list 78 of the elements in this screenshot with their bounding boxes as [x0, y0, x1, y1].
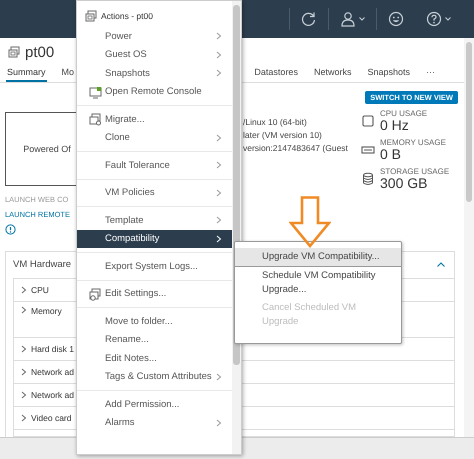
monitor-icon — [89, 86, 102, 98]
menu-item[interactable]: Edit Settings... — [77, 284, 232, 303]
chevron-right-icon — [216, 372, 222, 381]
hardware-row-label[interactable]: CPU — [31, 285, 49, 295]
usage-value: 0 B — [380, 147, 402, 162]
menu-item[interactable]: Clone — [77, 128, 232, 147]
menu-item[interactable]: Move to folder... — [77, 312, 232, 330]
tab[interactable]: ··· — [425, 64, 436, 82]
chevron-right-icon — [216, 134, 222, 142]
vm-settings-icon — [89, 288, 102, 300]
tab[interactable]: Networks — [312, 64, 352, 82]
chevron-right-icon — [216, 32, 222, 40]
caret-down-icon — [445, 17, 451, 21]
chevron-right-icon — [216, 418, 222, 427]
menu-item[interactable]: Rename... — [77, 330, 232, 349]
chevron-right-icon — [21, 345, 27, 353]
refresh-icon — [301, 11, 317, 27]
tab[interactable]: Snapshots — [366, 64, 411, 82]
chevron-right-icon — [216, 216, 222, 224]
help-icon — [426, 11, 442, 27]
menu-item[interactable]: Tags & Custom Attributes — [77, 368, 232, 386]
vm-move-icon — [89, 113, 102, 126]
tab[interactable]: Summary — [6, 64, 47, 82]
menu-item[interactable]: Template — [77, 211, 232, 230]
usage-label: MEMORY USAGE — [380, 138, 446, 147]
storage-icon — [361, 172, 375, 186]
scrollbar-thumb[interactable] — [466, 42, 472, 202]
hardware-row-label[interactable]: Network ad — [31, 367, 74, 377]
chevron-right-icon — [21, 414, 27, 422]
cpu-icon — [361, 114, 375, 128]
usage-label: CPU USAGE — [380, 109, 428, 118]
user-icon — [340, 11, 356, 27]
chevron-right-icon — [216, 188, 222, 197]
menu-item[interactable]: Open Remote Console — [77, 82, 232, 101]
panel-title: VM Hardware — [13, 258, 72, 270]
usage-value: 300 GB — [380, 176, 428, 191]
menu-item[interactable]: Export System Logs... — [77, 257, 232, 276]
tab[interactable]: Mo — [60, 64, 76, 82]
chevron-right-icon — [21, 306, 27, 314]
usage-value: 0 Hz — [380, 118, 410, 133]
menu-item[interactable]: VM Policies — [77, 184, 232, 202]
vm-detail-text: later (VM version 10) — [243, 129, 323, 142]
vm-detail-text: version:2147483647 (Guest — [243, 142, 349, 155]
console-preview[interactable]: Powered Of — [5, 112, 77, 186]
vm-detail-text: /Linux 10 (64-bit) — [243, 116, 308, 129]
chevron-right-icon — [216, 234, 222, 243]
menu-item[interactable]: Fault Tolerance — [77, 156, 232, 174]
usage-label: STORAGE USAGE — [380, 167, 450, 176]
menu-item[interactable]: Edit Notes... — [77, 349, 232, 368]
vm-icon — [8, 46, 20, 58]
vm-name: pt00 — [25, 44, 54, 60]
submenu-item[interactable]: Upgrade VM Compatibility... — [235, 248, 401, 267]
chevron-right-icon — [216, 161, 222, 170]
caret-down-icon — [359, 17, 365, 21]
vm-icon — [85, 10, 97, 22]
hardware-row-label[interactable]: Hard disk 1 — [31, 344, 74, 354]
chevron-right-icon — [21, 286, 27, 294]
chevron-right-icon — [216, 50, 222, 59]
submenu-item[interactable]: Schedule VM Compatibility Upgrade... — [235, 267, 401, 299]
menu-item[interactable]: Alarms — [77, 414, 232, 432]
menu-item[interactable]: Power — [77, 27, 232, 46]
chevron-right-icon — [21, 391, 27, 399]
hardware-row-label[interactable]: Network ad — [31, 390, 74, 400]
tab[interactable]: Datastores — [253, 64, 299, 82]
info-icon — [5, 224, 16, 235]
menu-item[interactable]: Guest OS — [77, 46, 232, 64]
menu-item[interactable]: Add Permission... — [77, 395, 232, 414]
hardware-row-label[interactable]: Memory — [31, 306, 62, 316]
smiley-icon — [388, 11, 404, 27]
hardware-row-label[interactable]: Video card — [31, 413, 72, 423]
menu-item[interactable]: Snapshots — [77, 64, 232, 82]
menu-title: Actions - pt00 — [101, 10, 153, 20]
down-arrow-icon — [289, 196, 331, 248]
chevron-right-icon — [21, 368, 27, 376]
chevron-right-icon — [216, 69, 222, 78]
caret-up-icon[interactable] — [437, 262, 445, 266]
menu-item[interactable]: Compatibility — [77, 230, 232, 248]
menu-item[interactable]: Migrate... — [77, 110, 232, 128]
